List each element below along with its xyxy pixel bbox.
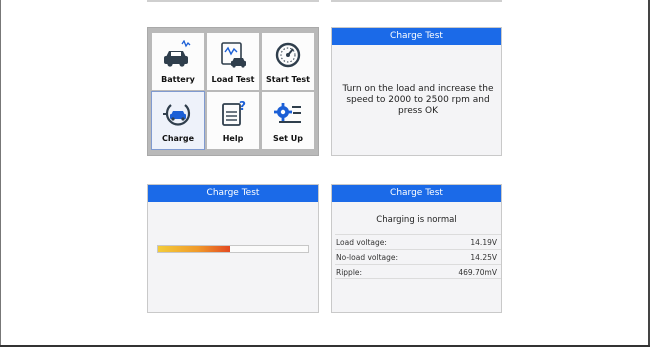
panel-title: Charge Test — [332, 185, 501, 202]
charge-test-prompt-panel: Charge Test Turn on the load and increas… — [331, 27, 502, 156]
menu-tile-battery[interactable]: Battery — [152, 33, 204, 90]
result-label: No-load voltage: — [336, 253, 399, 262]
result-row-load-voltage: Load voltage: 14.19V — [335, 234, 501, 249]
previous-screen-edge — [147, 0, 319, 2]
frame-border-left — [0, 0, 1, 347]
result-value: 469.70mV — [458, 268, 497, 277]
menu-tile-label: Charge — [161, 134, 195, 143]
result-value: 14.19V — [470, 238, 497, 247]
charge-test-progress-panel: Charge Test — [147, 184, 319, 313]
result-row-ripple: Ripple: 469.70mV — [335, 264, 501, 279]
progress-bar — [157, 245, 309, 253]
svg-text:?: ? — [239, 99, 246, 113]
help-document-icon: ? — [222, 99, 246, 126]
settings-gear-icon — [274, 103, 301, 123]
result-label: Load voltage: — [336, 238, 387, 247]
function-menu-grid: Battery Load Test Start Test Charge ? He… — [147, 27, 319, 156]
result-label: Ripple: — [336, 268, 363, 277]
charge-test-result-panel: Charge Test Charging is normal Load volt… — [331, 184, 502, 313]
panel-title: Charge Test — [148, 185, 318, 202]
menu-tile-set-up[interactable]: Set Up — [262, 92, 314, 149]
panel-title: Charge Test — [332, 28, 501, 45]
result-value: 14.25V — [470, 253, 497, 262]
menu-tile-label: Load Test — [211, 75, 255, 84]
menu-tile-help[interactable]: ? Help — [207, 92, 259, 149]
charge-plug-icon — [163, 104, 191, 126]
previous-screen-edge — [331, 0, 502, 2]
charging-status-text: Charging is normal — [376, 215, 457, 225]
progress-bar-fill — [158, 246, 230, 252]
menu-tile-load-test[interactable]: Load Test — [207, 33, 259, 90]
result-row-no-load-voltage: No-load voltage: 14.25V — [335, 249, 501, 264]
menu-tile-label: Help — [222, 134, 244, 143]
load-test-icon — [221, 42, 246, 68]
gauge-icon — [275, 42, 301, 68]
menu-tile-label: Start Test — [266, 75, 310, 84]
car-battery-icon — [164, 40, 191, 67]
menu-tile-label: Set Up — [272, 134, 304, 143]
menu-tile-charge[interactable]: Charge — [151, 91, 205, 150]
menu-tile-label: Battery — [161, 75, 195, 84]
menu-tile-start-test[interactable]: Start Test — [262, 33, 314, 90]
instruction-message: Turn on the load and increase the speed … — [342, 84, 494, 116]
